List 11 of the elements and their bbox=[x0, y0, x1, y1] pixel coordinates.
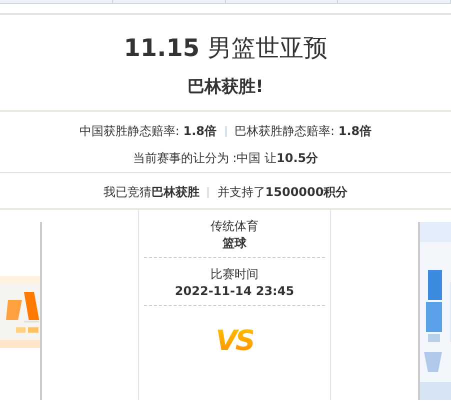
bet-text: 我已竞猜巴林获胜 bbox=[103, 184, 200, 200]
match-title: 11.15 男篮世亚预 bbox=[124, 33, 328, 63]
result-heading: 巴林获胜! bbox=[188, 76, 264, 98]
odds-text: 中国获胜静态赔率: 1.8倍 bbox=[79, 123, 216, 139]
sport-label: 传统体育 bbox=[210, 218, 258, 235]
odds-text: 巴林获胜静态赔率: 1.8倍 bbox=[234, 123, 372, 139]
time-value: 2022-11-14 23:45 bbox=[174, 283, 294, 300]
time-label: 比赛时间 bbox=[210, 266, 258, 283]
handicap-text: 当前赛事的让分为 :中国 让10.5分 bbox=[132, 150, 318, 166]
sport-value: 篮球 bbox=[222, 235, 246, 252]
bet-text: 并支持了1500000积分 bbox=[217, 184, 348, 200]
